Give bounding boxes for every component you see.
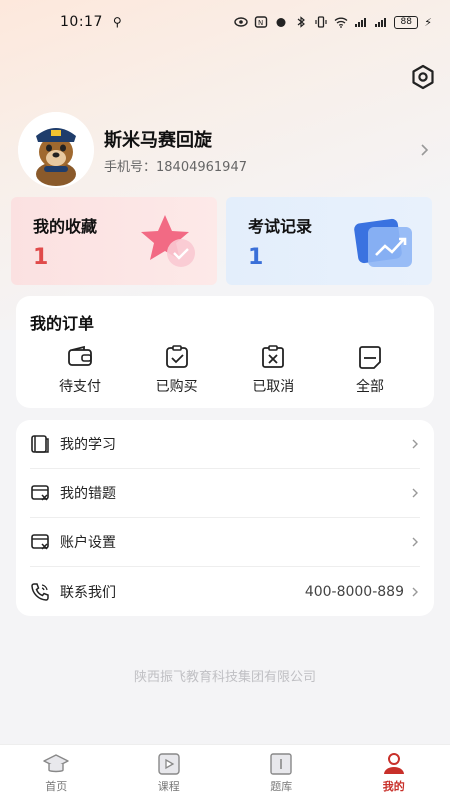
svg-text:N: N: [258, 19, 263, 27]
tab-label: 首页: [45, 779, 68, 793]
menu-item-account-settings[interactable]: 账户设置: [30, 518, 420, 567]
tab-label: 课程: [157, 779, 180, 793]
menu-item-label: 我的错题: [60, 486, 116, 502]
chevron-right-icon: [412, 488, 418, 498]
profile-header[interactable]: 斯米马赛回旋 手机号：18404961947: [18, 112, 432, 188]
tab-courses[interactable]: 课程: [113, 745, 226, 800]
menu-list: 我的学习 我的错题 账户设置 联系我们 400-8000-889: [16, 420, 434, 616]
user-icon: [383, 752, 404, 774]
tab-mine[interactable]: 我的: [338, 745, 450, 800]
bottom-tab-bar: 首页 课程 题库 我的: [0, 744, 450, 800]
contact-phone-number: 400-8000-889: [304, 583, 404, 600]
question-bank-icon: [270, 752, 292, 775]
username: 斯米马赛回旋: [104, 129, 212, 151]
order-item-label: 全部: [355, 379, 384, 395]
company-name: 陕西振飞教育科技集团有限公司: [133, 670, 316, 685]
book-icon: [31, 435, 49, 453]
alarm-icon: [276, 18, 286, 27]
menu-item-contact-us[interactable]: 联系我们 400-8000-889: [30, 567, 420, 616]
wrong-questions-icon: [31, 485, 49, 501]
exam-records-card[interactable]: 考试记录 1: [226, 197, 432, 285]
orders-card: 我的订单 待支付 已购买 已取消 全部: [16, 296, 434, 408]
order-item-label: 待支付: [59, 379, 101, 395]
menu-item-label: 我的学习: [60, 437, 116, 453]
star-icon: [141, 215, 195, 267]
order-cancelled[interactable]: 已取消: [233, 344, 313, 396]
order-item-label: 已取消: [252, 379, 295, 395]
status-time: 10:17: [60, 14, 103, 30]
tab-label: 题库: [270, 779, 293, 793]
tab-home[interactable]: 首页: [0, 745, 113, 800]
favorites-card[interactable]: 我的收藏 1: [11, 197, 217, 285]
chevron-right-icon: [412, 537, 418, 547]
orders-title: 我的订单: [30, 314, 95, 333]
chart-card-icon: [354, 218, 412, 267]
order-purchased[interactable]: 已购买: [137, 344, 217, 396]
charging-icon: ⚡: [424, 15, 432, 29]
battery-icon: 88: [394, 15, 419, 29]
phone-label: 手机号：: [104, 159, 157, 175]
chevron-right-icon: [412, 439, 418, 449]
chevron-right-icon: [421, 144, 429, 156]
clipboard-check-icon: [165, 345, 188, 368]
nfc-icon: N: [255, 16, 268, 28]
signal-4g-icon-2: [375, 18, 387, 27]
document-icon: [359, 346, 381, 369]
eye-icon: [234, 17, 248, 27]
status-icons: N 88 ⚡: [234, 15, 432, 29]
order-pending-payment[interactable]: 待支付: [40, 344, 120, 396]
wallet-icon: [68, 345, 92, 366]
menu-item-label: 账户设置: [60, 535, 116, 551]
menu-item-label: 联系我们: [60, 584, 116, 601]
chevron-right-icon: [412, 587, 418, 596]
vibrate-icon: [315, 16, 327, 28]
phone-number: 18404961947: [156, 159, 247, 175]
menu-item-my-study[interactable]: 我的学习: [30, 420, 420, 469]
phone-row: 手机号：18404961947: [104, 156, 418, 175]
menu-item-wrong-questions[interactable]: 我的错题: [30, 469, 420, 518]
status-bar: 10:17 ⚲ N 88 ⚡: [0, 0, 450, 44]
clipboard-x-icon: [262, 345, 285, 368]
order-all[interactable]: 全部: [330, 344, 410, 396]
phone-icon: [31, 582, 49, 601]
video-course-icon: [158, 752, 180, 775]
tab-label: 我的: [382, 779, 405, 793]
bluetooth-icon: [297, 16, 306, 28]
account-settings-icon: [31, 534, 49, 550]
signal-4g-icon: [355, 18, 367, 27]
graduation-cap-icon: [43, 753, 69, 772]
avatar[interactable]: [18, 112, 94, 188]
order-item-label: 已购买: [155, 379, 198, 395]
tab-question-bank[interactable]: 题库: [225, 745, 338, 800]
settings-icon[interactable]: [410, 64, 436, 90]
wifi-icon: [334, 17, 348, 28]
usb-icon: ⚲: [112, 15, 122, 29]
